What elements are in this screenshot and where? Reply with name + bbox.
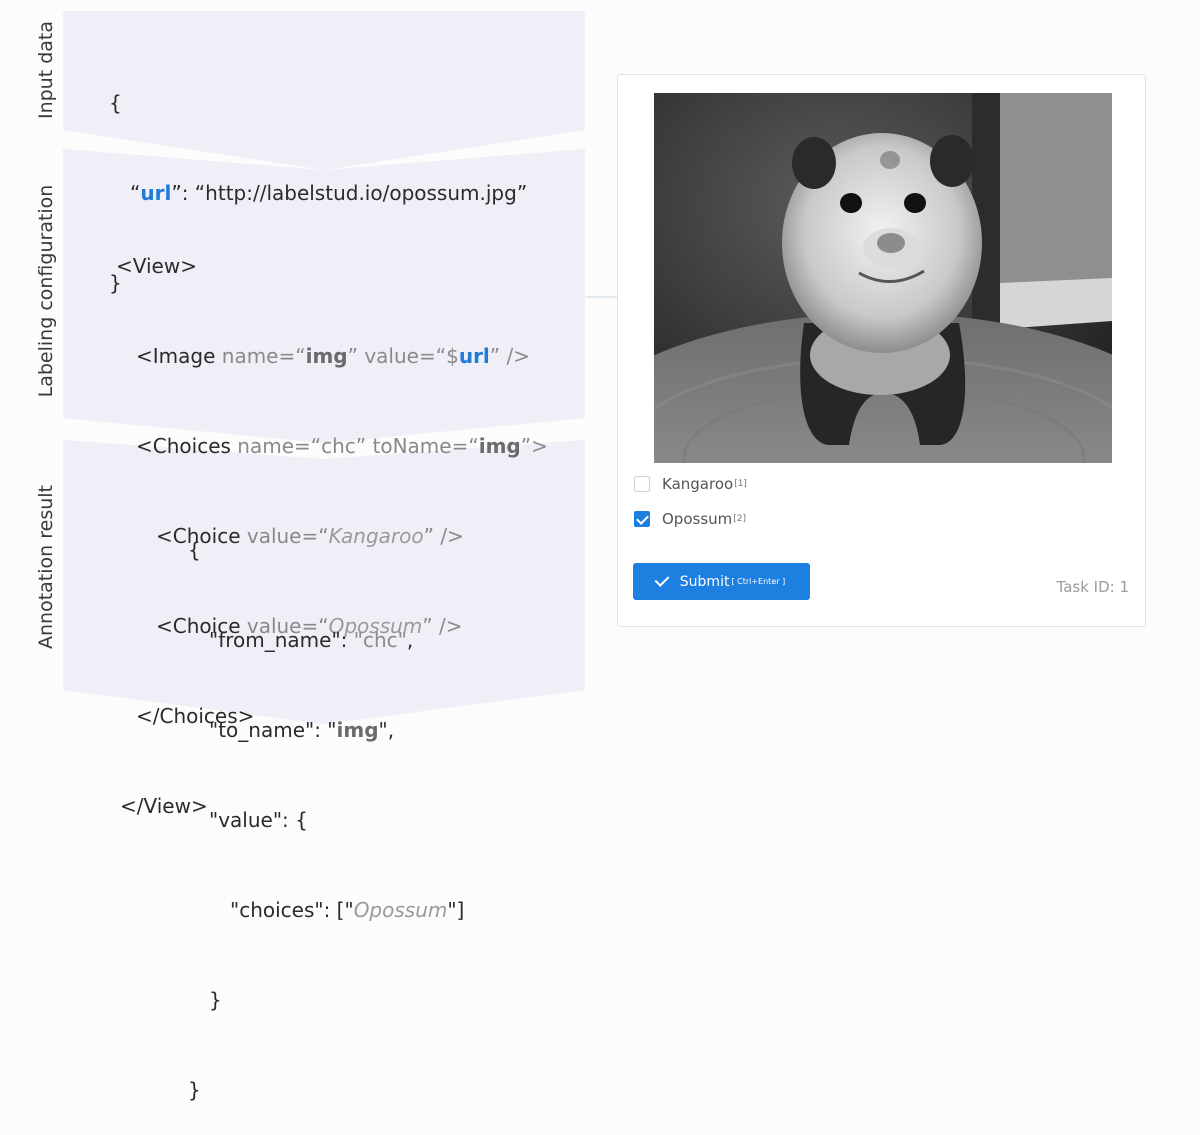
labeling-interface: Kangaroo [1] Opossum [2] Submit[ Ctrl+Ente… [617, 74, 1146, 627]
kangaroo-label: Kangaroo [662, 475, 734, 493]
code-line: { [109, 91, 122, 115]
opossum-checkbox[interactable] [634, 511, 650, 527]
code-line: <View> [116, 254, 197, 278]
connector-line [586, 296, 620, 298]
opossum-hotkey: [2] [733, 514, 747, 524]
kangaroo-checkbox[interactable] [634, 476, 650, 492]
code-line: "choices": ["Opossum"] [230, 898, 465, 922]
submit-label: Submit [679, 573, 730, 590]
check-icon [654, 572, 670, 587]
annotation-result-code: { "from_name": "chc", "to_name": "img", … [188, 475, 464, 1135]
code-line: <Image name=“img” value=“$url” /> [136, 344, 531, 368]
code-line: "to_name": "img", [209, 718, 395, 742]
opossum-label: Opossum [662, 510, 733, 528]
code-line: } [209, 988, 222, 1012]
code-line: <Choices name=“chc” toName=“img”> [136, 434, 548, 458]
code-line: } [188, 1078, 201, 1102]
task-id: Task ID: 1 [1056, 578, 1129, 596]
opossum-image[interactable] [654, 93, 1112, 463]
code-line: { [188, 538, 201, 562]
submit-shortcut: [ Ctrl+Enter ] [731, 577, 786, 586]
kangaroo-hotkey: [1] [734, 479, 747, 489]
code-line: "value": { [209, 808, 308, 832]
code-line: "from_name": "chc", [209, 628, 414, 652]
choice-opossum[interactable]: Opossum [2] [634, 509, 746, 529]
choice-kangaroo[interactable]: Kangaroo [1] [634, 474, 747, 494]
photo-illustration [654, 93, 1112, 463]
submit-button[interactable]: Submit[ Ctrl+Enter ] [633, 563, 810, 600]
